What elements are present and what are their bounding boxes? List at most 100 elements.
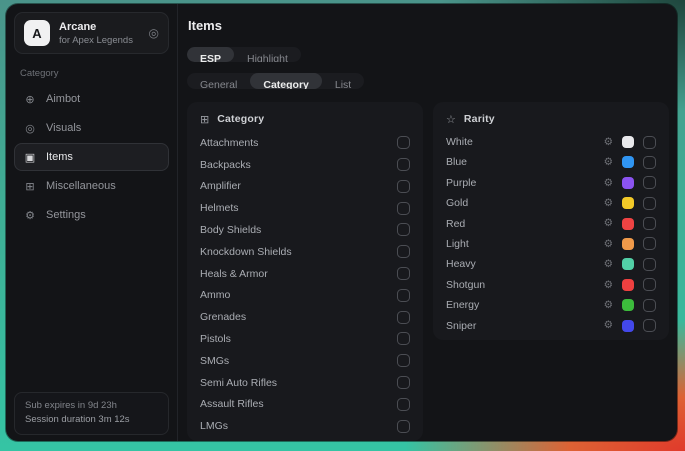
category-row: Knockdown Shields [200, 241, 410, 263]
category-checkbox[interactable] [397, 354, 410, 367]
rarity-checkbox[interactable] [643, 237, 656, 250]
category-checkbox[interactable] [397, 267, 410, 280]
category-row: Amplifier [200, 175, 410, 197]
tab-highlight[interactable]: Highlight [234, 47, 301, 62]
gear-icon[interactable]: ⚙ [604, 198, 613, 209]
category-checkbox[interactable] [397, 332, 410, 345]
category-checkbox[interactable] [397, 158, 410, 171]
rarity-row: Red⚙ [446, 213, 656, 233]
category-checkbox[interactable] [397, 420, 410, 433]
tab-esp[interactable]: ESP [187, 47, 234, 62]
category-row: Backpacks [200, 154, 410, 176]
rarity-checkbox[interactable] [643, 319, 656, 332]
category-row-label: Attachments [200, 137, 397, 149]
rarity-checkbox[interactable] [643, 156, 656, 169]
brand-name: Arcane [59, 21, 140, 33]
rarity-checkbox[interactable] [643, 176, 656, 189]
rarity-checkbox[interactable] [643, 278, 656, 291]
gear-icon[interactable]: ⚙ [604, 259, 613, 270]
rarity-row: Gold⚙ [446, 193, 656, 213]
sidebar-item-visuals[interactable]: ◎ Visuals [14, 114, 169, 142]
rarity-checkbox[interactable] [643, 217, 656, 230]
rarity-color-swatch[interactable] [622, 279, 634, 291]
brand-text: Arcane for Apex Legends [59, 21, 140, 46]
category-row: Semi Auto Rifles [200, 372, 410, 394]
category-row-label: Pistols [200, 333, 397, 345]
rarity-color-swatch[interactable] [622, 156, 634, 168]
rarity-row: Blue⚙ [446, 152, 656, 172]
rarity-color-swatch[interactable] [622, 177, 634, 189]
category-row-label: Grenades [200, 311, 397, 323]
category-checkbox[interactable] [397, 398, 410, 411]
gear-icon[interactable]: ⚙ [604, 300, 613, 311]
sidebar-item-items[interactable]: ▣Items [14, 143, 169, 171]
category-row: Grenades [200, 306, 410, 328]
eye-icon: ◎ [23, 122, 37, 135]
category-checkbox[interactable] [397, 289, 410, 302]
gear-icon[interactable]: ⚙ [604, 157, 613, 168]
rarity-row: Sniper⚙ [446, 315, 656, 335]
tab-list[interactable]: List [322, 73, 364, 88]
gear-icon[interactable]: ⚙ [604, 218, 613, 229]
sidebar-item-settings[interactable]: ⚙Settings [14, 201, 169, 229]
category-row-label: SMGs [200, 355, 397, 367]
grid-icon: ⊞ [23, 180, 37, 193]
category-checkbox[interactable] [397, 180, 410, 193]
rarity-color-swatch[interactable] [622, 136, 634, 148]
sidebar-item-miscellaneous[interactable]: ⊞Miscellaneous [14, 172, 169, 200]
rarity-color-swatch[interactable] [622, 238, 634, 250]
star-icon: ☆ [446, 113, 456, 126]
sidebar-item-label: Aimbot [46, 93, 80, 105]
target-icon[interactable]: ◎ [149, 26, 159, 40]
rarity-checkbox[interactable] [643, 258, 656, 271]
rarity-color-swatch[interactable] [622, 320, 634, 332]
category-row: Helmets [200, 197, 410, 219]
category-checkbox[interactable] [397, 202, 410, 215]
category-checkbox[interactable] [397, 223, 410, 236]
rarity-row-label: Purple [446, 177, 604, 189]
crosshair-icon: ⊕ [23, 93, 37, 106]
page-title: Items [188, 18, 669, 33]
rarity-checkbox[interactable] [643, 197, 656, 210]
brand-card: A Arcane for Apex Legends ◎ [14, 12, 169, 54]
session-duration-text: Session duration 3m 12s [25, 413, 158, 428]
category-checkbox[interactable] [397, 245, 410, 258]
category-checkbox[interactable] [397, 311, 410, 324]
gear-icon[interactable]: ⚙ [604, 280, 613, 291]
category-row: LMGs [200, 415, 410, 437]
sub-expires-text: Sub expires in 9d 23h [25, 399, 158, 414]
rarity-row: Energy⚙ [446, 295, 656, 315]
gear-icon[interactable]: ⚙ [604, 137, 613, 148]
rarity-color-swatch[interactable] [622, 299, 634, 311]
category-checkbox[interactable] [397, 136, 410, 149]
sidebar-item-aimbot[interactable]: ⊕ Aimbot [14, 85, 169, 113]
category-panel: ⊞ Category Attachments Backpacks Amplifier… [187, 102, 423, 441]
category-row-label: Body Shields [200, 224, 397, 236]
category-rows: Attachments Backpacks AmplifierHelmets Body… [200, 132, 410, 437]
tab-category[interactable]: Category [250, 73, 322, 88]
rarity-checkbox[interactable] [643, 299, 656, 312]
subscription-info: Sub expires in 9d 23h Session duration 3… [14, 392, 169, 435]
gear-icon[interactable]: ⚙ [604, 320, 613, 331]
panels-row: ⊞ Category Attachments Backpacks Amplifier… [187, 102, 669, 441]
gear-icon[interactable]: ⚙ [604, 178, 613, 189]
category-checkbox[interactable] [397, 376, 410, 389]
rarity-color-swatch[interactable] [622, 258, 634, 270]
app-window: A Arcane for Apex Legends ◎ Category ⊕ Ai… [6, 4, 677, 441]
category-row: Heals & Armor [200, 263, 410, 285]
rarity-panel-header: ☆ Rarity [446, 112, 656, 127]
category-row-label: Backpacks [200, 159, 397, 171]
category-row-label: Semi Auto Rifles [200, 377, 397, 389]
sidebar-item-label: Visuals [46, 122, 81, 134]
tab-general[interactable]: General [187, 73, 250, 88]
rarity-color-swatch[interactable] [622, 218, 634, 230]
category-row-label: LMGs [200, 420, 397, 432]
gear-icon[interactable]: ⚙ [604, 239, 613, 250]
rarity-row-label: Blue [446, 156, 604, 168]
category-panel-header: ⊞ Category [200, 112, 410, 127]
rarity-checkbox[interactable] [643, 136, 656, 149]
rarity-color-swatch[interactable] [622, 197, 634, 209]
sidebar: A Arcane for Apex Legends ◎ Category ⊕Ai… [6, 4, 178, 441]
rarity-row-label: Sniper [446, 320, 604, 332]
category-row: Assault Rifles [200, 393, 410, 415]
